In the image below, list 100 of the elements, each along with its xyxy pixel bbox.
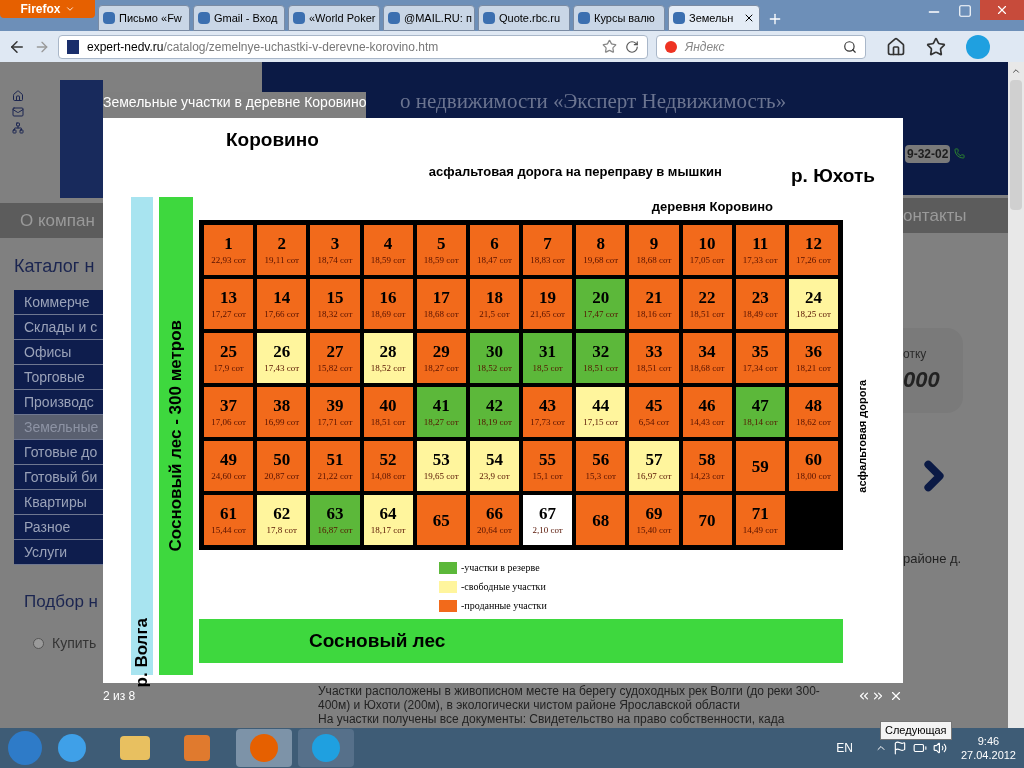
plot-number: 70 bbox=[698, 511, 716, 529]
plot-area: 18,5 сот bbox=[532, 364, 563, 373]
bookmarks-icon[interactable] bbox=[926, 36, 946, 57]
browser-tab[interactable]: Земельн bbox=[668, 5, 760, 31]
url-domain: expert-nedv.ru bbox=[87, 39, 164, 54]
catalog-item[interactable]: Разное bbox=[14, 515, 103, 540]
mail-icon[interactable] bbox=[12, 106, 24, 118]
firefox-menu-button[interactable]: Firefox bbox=[0, 0, 95, 18]
sitemap-icon[interactable] bbox=[12, 122, 24, 134]
plot-area: 17,73 сот bbox=[530, 418, 565, 427]
close-icon[interactable] bbox=[743, 12, 755, 24]
plot-area: 21,5 сот bbox=[479, 310, 510, 319]
browser-tab[interactable]: «World Poker bbox=[288, 5, 380, 31]
plot-area: 16,87 сот bbox=[317, 526, 353, 535]
plot-number: 33 bbox=[645, 343, 663, 360]
search-field[interactable]: Яндекс bbox=[656, 34, 866, 59]
phone-icon bbox=[954, 148, 966, 159]
plot-number: 10 bbox=[698, 235, 716, 252]
plot-area: 18,69 сот bbox=[370, 310, 406, 319]
search-icon[interactable] bbox=[843, 39, 857, 54]
plot-number: 66 bbox=[485, 505, 503, 522]
plot-number: 23 bbox=[751, 289, 769, 306]
plot-area: 21,65 сот bbox=[530, 310, 565, 319]
plot-area: 18,74 сот bbox=[317, 256, 353, 265]
tab-label: Quote.rbc.ru bbox=[499, 10, 561, 26]
plot-area: 18,51 сот bbox=[370, 418, 406, 427]
scrollbar[interactable] bbox=[1008, 62, 1024, 728]
catalog-item[interactable]: Офисы bbox=[14, 340, 103, 365]
new-tab-icon[interactable] bbox=[767, 11, 783, 27]
plot-number: 30 bbox=[485, 343, 503, 360]
plot-area: 15,1 сот bbox=[532, 472, 563, 481]
plot-number: 36 bbox=[804, 343, 822, 360]
clock[interactable]: 9:46 27.04.2012 bbox=[952, 734, 1024, 762]
plot-area: 22,93 сот bbox=[211, 256, 246, 265]
plot-number: 4 bbox=[383, 235, 393, 252]
plot-area: 14,23 сот bbox=[689, 472, 725, 481]
volume-icon[interactable] bbox=[932, 741, 947, 755]
plot-number: 20 bbox=[592, 289, 610, 306]
maximize-icon[interactable] bbox=[958, 4, 972, 18]
plot-area: 17,06 сот bbox=[211, 418, 246, 427]
plot-area: 2,10 сот bbox=[532, 526, 563, 535]
plot-number: 47 bbox=[751, 397, 769, 414]
search-placeholder: Яндекс bbox=[685, 38, 725, 56]
tab-label: «World Poker bbox=[309, 10, 376, 26]
next-icon[interactable] bbox=[871, 689, 885, 703]
map-label: р. Юхоть bbox=[791, 164, 875, 188]
browser-tab[interactable]: Письмо «Fw bbox=[98, 5, 190, 31]
plot-area: 17,34 сот bbox=[742, 364, 778, 373]
browser-tab[interactable]: @MAIL.RU: п bbox=[383, 5, 475, 31]
catalog-item[interactable]: Квартиры bbox=[14, 490, 103, 515]
plot-number: 45 bbox=[645, 397, 663, 414]
plot-area: 18,21 сот bbox=[796, 364, 831, 373]
catalog-item[interactable]: Готовый би bbox=[14, 465, 103, 490]
catalog-item[interactable]: Склады и с bbox=[14, 315, 103, 340]
promo-caption: отку bbox=[903, 346, 928, 363]
legend-label: -проданные участки bbox=[461, 599, 547, 613]
plot-area: 20,87 сот bbox=[264, 472, 300, 481]
browser-tab[interactable]: Quote.rbc.ru bbox=[478, 5, 570, 31]
plot-number: 61 bbox=[220, 505, 238, 522]
radio-button[interactable] bbox=[33, 637, 44, 649]
language-indicator[interactable]: EN bbox=[836, 739, 853, 757]
browser-tab[interactable]: Gmail - Вход bbox=[193, 5, 285, 31]
scroll-up-icon[interactable] bbox=[1011, 66, 1021, 76]
catalog-item[interactable]: Готовые до bbox=[14, 440, 103, 465]
star-icon[interactable] bbox=[602, 39, 617, 54]
catalog-item[interactable]: Услуги bbox=[14, 540, 103, 565]
start-button[interactable] bbox=[8, 731, 42, 765]
catalog-item[interactable]: Торговые bbox=[14, 365, 103, 390]
reload-icon[interactable] bbox=[625, 39, 639, 54]
catalog-title: Каталог н bbox=[13, 255, 96, 278]
plot-number: 59 bbox=[751, 457, 769, 475]
plot-number: 37 bbox=[220, 397, 238, 414]
plot-area: 16,97 сот bbox=[636, 472, 672, 481]
address-field[interactable]: expert-nedv.ru/catalog/zemelnye-uchastki-v-derevne-korovino.htm bbox=[58, 34, 648, 59]
catalog-item[interactable]: Коммерче bbox=[14, 290, 103, 315]
plot-area: 18,25 сот bbox=[796, 310, 831, 319]
plot-area: 17,8 сот bbox=[266, 526, 297, 535]
map-label: деревня Коровино bbox=[651, 197, 773, 216]
plot-area: 18,68 сот bbox=[636, 256, 672, 265]
catalog-item[interactable]: Производс bbox=[14, 390, 103, 415]
plot-number: 21 bbox=[645, 289, 663, 306]
home-icon[interactable] bbox=[886, 36, 906, 57]
plot-number: 22 bbox=[698, 289, 716, 306]
site-icon bbox=[293, 12, 305, 24]
plot-number: 41 bbox=[432, 397, 450, 414]
plot-area: 17,27 сот bbox=[211, 310, 246, 319]
close-window-button[interactable] bbox=[980, 0, 1024, 20]
flag-icon[interactable] bbox=[892, 741, 907, 755]
plot-area: 18,14 сот bbox=[742, 418, 778, 427]
site-icon bbox=[578, 12, 590, 24]
plot-area: 15,40 сот bbox=[636, 526, 672, 535]
plot-number: 13 bbox=[220, 289, 238, 306]
taskbar-button[interactable] bbox=[298, 729, 354, 767]
scrollbar-thumb[interactable] bbox=[1010, 80, 1022, 210]
previous-icon[interactable] bbox=[857, 689, 871, 703]
plot-area: 16,99 сот bbox=[264, 418, 300, 427]
image-counter: 2 из 8 bbox=[103, 688, 136, 705]
plot-area: 17,26 сот bbox=[796, 256, 831, 265]
browser-tab[interactable]: Курсы валю bbox=[573, 5, 665, 31]
plot-number: 34 bbox=[698, 343, 716, 360]
